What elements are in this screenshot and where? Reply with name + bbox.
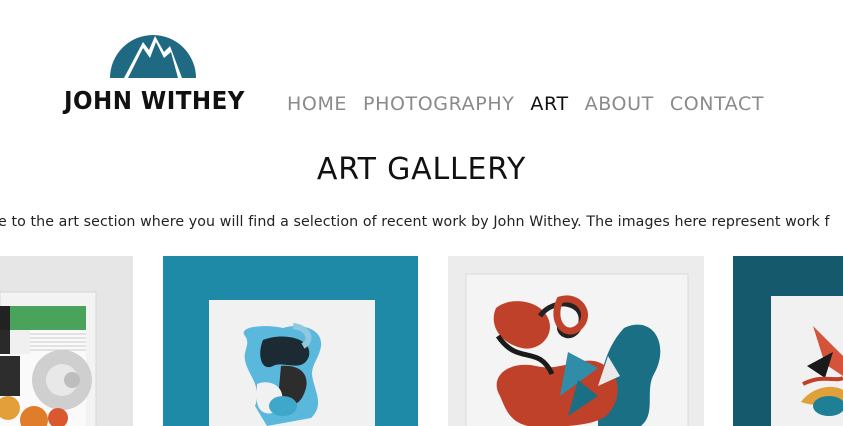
gallery-item-red-abstract[interactable] (448, 256, 704, 426)
nav-about[interactable]: ABOUT (585, 90, 654, 118)
mountain-circle-icon (110, 35, 196, 78)
artwork-blue-abstract-image (163, 256, 418, 426)
gallery-item-teal-abstract[interactable] (733, 256, 843, 426)
nav-art[interactable]: ART (530, 90, 568, 118)
nav-photography[interactable]: PHOTOGRAPHY (363, 90, 514, 118)
artwork-geometric-image (0, 256, 133, 426)
artwork-teal-abstract-image (733, 256, 843, 426)
main-nav: HOME PHOTOGRAPHY ART ABOUT CONTACT (287, 90, 780, 118)
gallery-item-blue-abstract[interactable] (163, 256, 418, 426)
artwork-red-abstract-image (448, 256, 704, 426)
nav-contact[interactable]: CONTACT (670, 90, 764, 118)
gallery-item-geometric[interactable] (0, 256, 133, 426)
intro-text: e to the art section where you will find… (0, 214, 830, 230)
logo-wordmark: JOHN WITHEY (64, 86, 245, 115)
nav-home[interactable]: HOME (287, 90, 347, 118)
page-title: ART GALLERY (316, 152, 527, 187)
site-logo[interactable]: JOHN WITHEY (64, 12, 245, 118)
